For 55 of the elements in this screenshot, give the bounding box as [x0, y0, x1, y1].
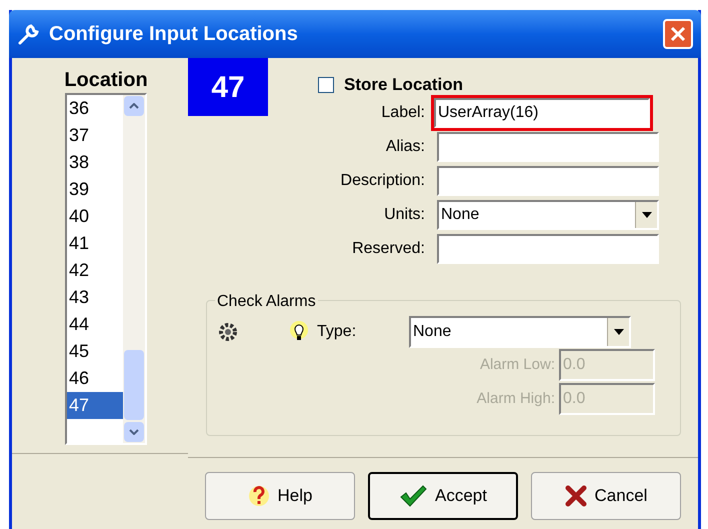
close-button[interactable] [663, 19, 693, 49]
field-label: Alias: [384, 137, 426, 157]
location-item[interactable]: 40 [67, 203, 123, 230]
checkmark-icon [399, 484, 427, 508]
field-label: Alarm Low: [480, 354, 556, 375]
wrench-icon [17, 22, 41, 46]
text-field[interactable] [437, 132, 659, 162]
lightbulb-icon [289, 321, 309, 343]
text-field[interactable]: UserArray(16) [434, 98, 650, 128]
location-item[interactable]: 36 [67, 95, 123, 122]
store-location-label: Store Location [344, 74, 464, 96]
scrollbar[interactable] [123, 95, 145, 443]
text-field[interactable] [437, 166, 659, 196]
units-dropdown[interactable]: None [437, 200, 659, 230]
location-heading: Location [64, 68, 148, 92]
alarm-type-dropdown[interactable]: None [409, 316, 631, 348]
field-label: Description: [340, 171, 426, 191]
location-item[interactable]: 43 [67, 284, 123, 311]
scroll-up-button[interactable] [124, 96, 144, 116]
location-item[interactable]: 39 [67, 176, 123, 203]
field-label: Alarm High: [476, 388, 556, 409]
field-label: Label: [380, 103, 426, 123]
dropdown-button[interactable] [635, 202, 657, 228]
location-item[interactable]: 37 [67, 122, 123, 149]
type-label: Type: [317, 322, 358, 342]
close-icon [670, 26, 686, 42]
location-item[interactable]: 46 [67, 365, 123, 392]
question-icon [248, 484, 270, 508]
help-button[interactable]: Help [205, 472, 355, 520]
location-item[interactable]: 47 [67, 392, 123, 419]
field-label: Units: [383, 205, 426, 225]
gear-icon [217, 321, 239, 343]
accept-button[interactable]: Accept [368, 472, 518, 520]
cancel-button[interactable]: Cancel [531, 472, 681, 520]
location-item[interactable]: 42 [67, 257, 123, 284]
caret-down-icon [642, 212, 652, 218]
field-label: Reserved: [351, 239, 426, 259]
store-location-checkbox[interactable] [318, 77, 334, 93]
location-number-badge: 47 [188, 58, 268, 116]
text-field[interactable] [437, 234, 659, 264]
dropdown-value: None [412, 322, 452, 342]
chevron-down-icon [129, 429, 139, 435]
location-item[interactable]: 38 [67, 149, 123, 176]
window-title: Configure Input Locations [49, 22, 299, 47]
location-item[interactable]: 41 [67, 230, 123, 257]
location-item[interactable]: 44 [67, 311, 123, 338]
dropdown-value: None [440, 205, 480, 225]
scroll-down-button[interactable] [124, 422, 144, 442]
x-mark-icon [564, 485, 587, 507]
scroll-thumb[interactable] [124, 350, 144, 420]
caret-down-icon [614, 329, 624, 335]
chevron-up-icon [129, 103, 139, 109]
location-list[interactable]: 36 37 38 39 40 41 42 43 44 45 46 47 [65, 93, 147, 445]
dropdown-button[interactable] [607, 318, 629, 346]
location-item[interactable]: 45 [67, 338, 123, 365]
